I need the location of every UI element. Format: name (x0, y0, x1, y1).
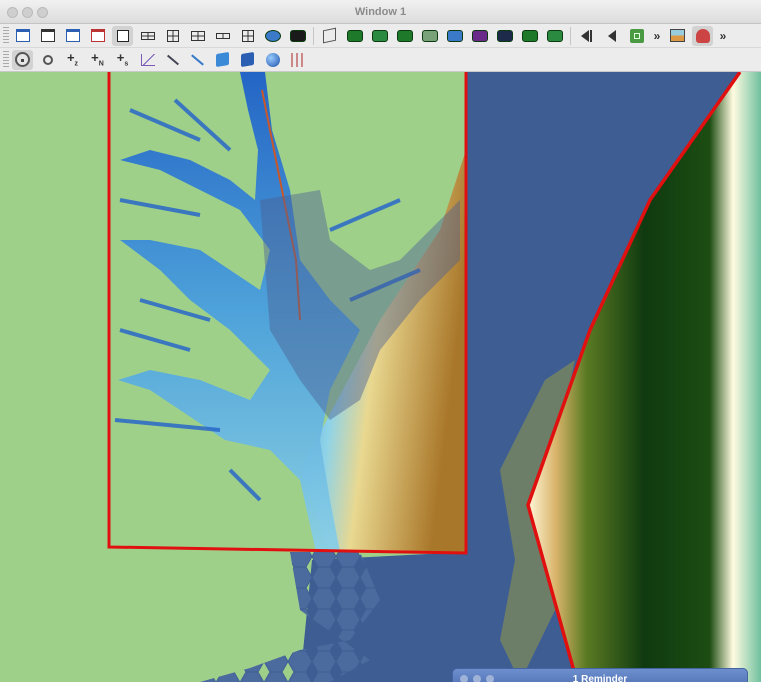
camera-purple-button[interactable] (469, 26, 490, 46)
close-view-button[interactable] (87, 26, 108, 46)
perspective-cube-icon (323, 27, 336, 44)
sphere-icon (265, 52, 280, 67)
camera-top-button[interactable] (444, 26, 465, 46)
view-window-icon (15, 29, 30, 42)
camera-right-icon (421, 29, 438, 42)
camera-green-button[interactable] (519, 26, 540, 46)
stop-icon (629, 28, 644, 43)
add-s-point-button[interactable]: +s (112, 50, 133, 70)
camera-purple-icon (471, 29, 488, 42)
reminder-title: 1 Reminder (572, 674, 628, 682)
toolbar-separator (570, 26, 571, 45)
camera-save-icon (546, 29, 563, 42)
camera-top-icon (446, 29, 463, 42)
box-icon (241, 51, 254, 68)
user-button[interactable] (692, 25, 713, 46)
profile-graph-button[interactable] (137, 50, 158, 70)
camera-back-icon (371, 29, 388, 42)
pan-icon (15, 52, 30, 67)
camera-front-icon (346, 29, 363, 42)
camera-left-icon (396, 29, 413, 42)
grid-strip-button[interactable] (212, 26, 233, 46)
camera-front-button[interactable] (344, 26, 365, 46)
hex-cells (200, 552, 380, 682)
camera-dark-button[interactable] (494, 26, 515, 46)
grid-3x3-icon (190, 30, 205, 41)
pan-tool-button[interactable] (12, 49, 33, 70)
box-button[interactable] (237, 50, 258, 70)
perspective-cube-button[interactable] (319, 26, 340, 46)
toolbar-separator (313, 26, 314, 45)
camera-right-button[interactable] (419, 26, 440, 46)
grid-strip-icon (215, 32, 230, 39)
close-window-icon (90, 29, 105, 42)
single-pane-icon (116, 29, 129, 42)
export-3d-button[interactable] (262, 26, 283, 46)
toolbar-grip[interactable] (3, 50, 9, 69)
profile-graph-icon (140, 53, 155, 66)
extrude-button[interactable] (212, 50, 233, 70)
new-window-button[interactable] (37, 26, 58, 46)
stop-button[interactable] (626, 26, 647, 46)
picture-button[interactable] (667, 26, 688, 46)
tile-windows-button[interactable] (62, 26, 83, 46)
window-titlebar: Window 1 (0, 0, 761, 24)
camera-left-button[interactable] (394, 26, 415, 46)
draw-line-icon (191, 53, 204, 66)
equalizer-icon (290, 52, 305, 67)
new-window-icon (40, 29, 55, 42)
tools-toolbar: +z +N +s (0, 48, 761, 72)
main-toolbar: » » (0, 24, 761, 48)
user-icon (695, 28, 710, 43)
pick-tool-icon (166, 54, 179, 65)
map-viewport[interactable] (0, 72, 761, 682)
camera-green-icon (521, 29, 538, 42)
zoom-tool-button[interactable] (37, 50, 58, 70)
grid-4x4-icon (241, 29, 254, 42)
toolbar-grip[interactable] (3, 26, 9, 45)
single-pane-button[interactable] (112, 25, 133, 46)
grid-4x4-button[interactable] (237, 26, 258, 46)
tile-windows-icon (65, 29, 80, 42)
add-z-point-icon: +z (66, 50, 79, 68)
add-s-point-icon: +s (116, 50, 129, 68)
toolbar-overflow-button-2[interactable]: » (715, 29, 731, 43)
add-n-point-icon: +N (91, 50, 104, 68)
toggle-overlay-icon (289, 29, 306, 42)
camera-save-button[interactable] (544, 26, 565, 46)
draw-line-button[interactable] (187, 50, 208, 70)
add-n-point-button[interactable]: +N (87, 50, 108, 70)
split-horizontal-button[interactable] (137, 26, 158, 46)
reminder-window[interactable]: 1 Reminder (452, 668, 748, 682)
pick-tool-button[interactable] (162, 50, 183, 70)
grid-3x3-button[interactable] (187, 26, 208, 46)
play-back-button[interactable] (601, 26, 622, 46)
play-back-icon (607, 29, 616, 42)
add-z-point-button[interactable]: +z (62, 50, 83, 70)
camera-dark-icon (496, 29, 513, 42)
toggle-overlay-button[interactable] (287, 26, 308, 46)
equalizer-button[interactable] (287, 50, 308, 70)
camera-back-button[interactable] (369, 26, 390, 46)
extrude-icon (216, 51, 229, 68)
split-horizontal-icon (140, 31, 155, 40)
split-quad-button[interactable] (162, 26, 183, 46)
toolbar-overflow-button[interactable]: » (649, 29, 665, 43)
export-3d-icon (264, 29, 281, 42)
zoom-icon (42, 54, 53, 65)
step-back-button[interactable] (576, 26, 597, 46)
view-window-button[interactable] (12, 26, 33, 46)
split-quad-icon (166, 29, 179, 42)
sphere-button[interactable] (262, 50, 283, 70)
window-title: Window 1 (354, 6, 407, 18)
step-back-icon (581, 29, 592, 42)
picture-icon (670, 29, 685, 42)
